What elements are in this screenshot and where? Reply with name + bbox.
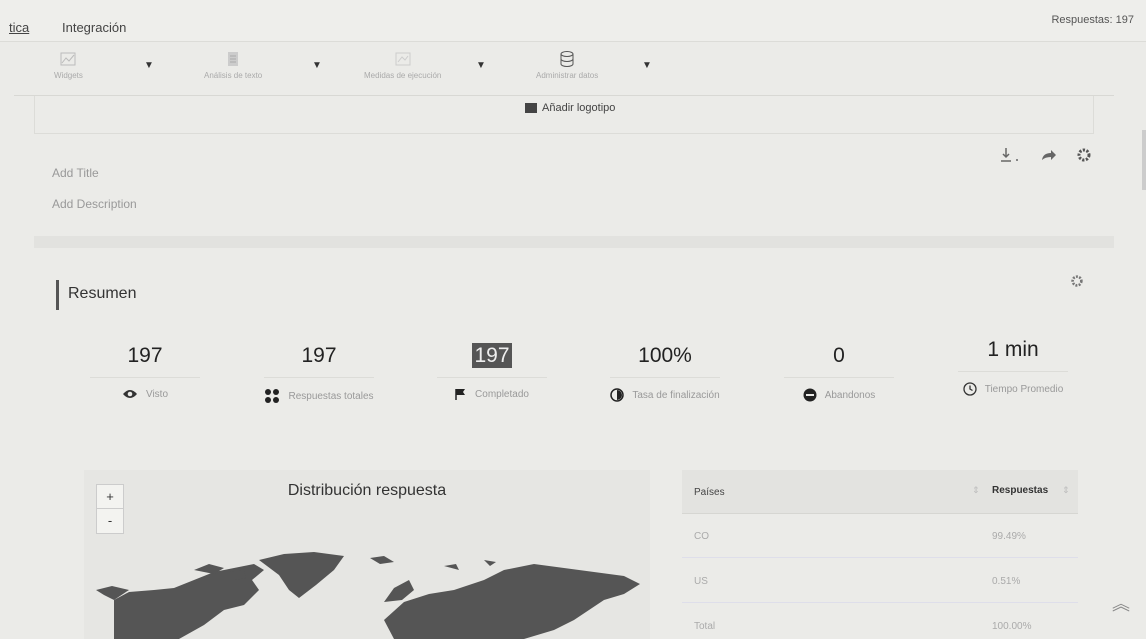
- responses-count: Respuestas: 197: [1051, 14, 1134, 26]
- table-row: Total 100.00%: [682, 604, 1078, 639]
- chart-icon: [60, 52, 76, 66]
- table-row: CO 99.49%: [682, 514, 1078, 558]
- country-table: Países ⇕ Respuestas ⇕ CO 99.49% US 0.51%…: [682, 470, 1078, 639]
- toolbar: Widgets ▼ Análisis de texto ▼ Medidas de…: [14, 44, 1114, 96]
- stat-completed: 197 Completado: [437, 338, 547, 400]
- stat-value: 197: [264, 338, 374, 378]
- stat-label: Completado: [475, 388, 529, 400]
- response-map-panel: + - Distribución respuesta: [84, 470, 650, 639]
- report-header: Add Title Add Description: [34, 135, 1114, 235]
- section-divider: [34, 236, 1114, 248]
- stat-total-responses: 197 Respuestas totales: [264, 338, 374, 404]
- add-logo-label: Añadir logotipo: [542, 102, 616, 114]
- stat-value: 197: [437, 338, 547, 378]
- header-actions: [1000, 147, 1092, 163]
- minus-circle-icon: [803, 388, 817, 402]
- share-icon[interactable]: [1040, 148, 1058, 162]
- column-header-responses[interactable]: Respuestas: [992, 485, 1048, 496]
- half-circle-icon: [610, 388, 625, 402]
- responses-cell: 99.49%: [992, 531, 1026, 542]
- execution-metrics-label: Medidas de ejecución: [364, 71, 442, 80]
- country-cell: US: [694, 576, 708, 587]
- widgets-tool[interactable]: Widgets ▼: [54, 50, 154, 80]
- add-description-field[interactable]: Add Description: [52, 197, 137, 211]
- summary-title: Resumen: [68, 285, 137, 302]
- country-cell: CO: [694, 531, 709, 542]
- responses-cell: 0.51%: [992, 576, 1021, 587]
- database-icon: [560, 51, 574, 67]
- text-analysis-icon: [228, 52, 239, 66]
- execution-metrics-icon: [395, 52, 411, 66]
- stat-label: Abandonos: [824, 389, 876, 401]
- grid-icon: [265, 389, 280, 403]
- map-title: Distribución respuesta: [287, 482, 447, 499]
- world-map[interactable]: [84, 550, 650, 639]
- table-row: US 0.51%: [682, 559, 1078, 603]
- stat-viewed: 197 Visto: [90, 338, 200, 400]
- stat-value: 0: [784, 338, 894, 378]
- page-scrollbar[interactable]: [1142, 130, 1146, 190]
- chevron-down-icon[interactable]: ▼: [642, 60, 652, 71]
- stat-completion-rate: 100% Tasa de finalización: [610, 338, 720, 402]
- top-bar: tica Integración Respuestas: 197: [0, 0, 1146, 42]
- stat-value: 100%: [610, 338, 720, 378]
- zoom-out-button[interactable]: -: [97, 509, 123, 533]
- text-analysis-label: Análisis de texto: [204, 71, 263, 80]
- sort-icon[interactable]: ⇕: [1062, 485, 1070, 496]
- image-icon: [525, 103, 537, 113]
- scroll-to-top-icon[interactable]: ︽: [1112, 590, 1130, 616]
- widgets-label: Widgets: [54, 71, 83, 80]
- manage-data-label: Administrar datos: [536, 71, 599, 80]
- stat-label: Respuestas totales: [288, 390, 374, 402]
- add-logo-button[interactable]: Añadir logotipo: [525, 102, 615, 114]
- country-cell: Total: [694, 621, 716, 632]
- stat-value: 197: [90, 338, 200, 378]
- logo-row: Añadir logotipo: [34, 96, 1094, 134]
- table-header: Países ⇕ Respuestas ⇕: [682, 470, 1078, 514]
- stat-value: 1 min: [958, 332, 1068, 372]
- svalbard-shape: [370, 556, 496, 570]
- stat-label: Tiempo Promedio: [984, 383, 1064, 395]
- stat-abandoned: 0 Abandonos: [784, 338, 894, 402]
- flag-icon: [455, 389, 466, 400]
- text-analysis-tool[interactable]: Análisis de texto ▼: [204, 50, 322, 80]
- summary-section: Resumen 197 Visto 197 Respuestas totales…: [34, 250, 1114, 450]
- column-header-country[interactable]: Países: [694, 487, 725, 498]
- clock-icon: [963, 382, 977, 396]
- chevron-down-icon[interactable]: ▼: [312, 60, 322, 71]
- manage-data-tool[interactable]: Administrar datos ▼: [536, 50, 652, 80]
- stat-value-highlight: 197: [472, 343, 512, 368]
- execution-metrics-tool[interactable]: Medidas de ejecución ▼: [364, 50, 486, 80]
- add-title-field[interactable]: Add Title: [52, 166, 99, 180]
- chevron-down-icon[interactable]: ▼: [144, 60, 154, 71]
- greenland-shape: [259, 552, 344, 598]
- stat-average-time: 1 min Tiempo Promedio: [958, 332, 1068, 396]
- download-icon[interactable]: [1000, 147, 1022, 163]
- gear-icon[interactable]: [1076, 147, 1092, 163]
- chevron-down-icon[interactable]: ▼: [476, 60, 486, 71]
- responses-cell: 100.00%: [992, 621, 1032, 632]
- tab-integration[interactable]: Integración: [62, 20, 126, 35]
- tab-analytics[interactable]: tica: [9, 20, 29, 35]
- section-accent-bar: [56, 280, 59, 310]
- stat-label: Tasa de finalización: [632, 389, 720, 401]
- gear-icon[interactable]: [1070, 274, 1084, 288]
- stat-label: Visto: [145, 388, 169, 400]
- scandinavia-shape: [384, 580, 414, 602]
- sort-icon[interactable]: ⇕: [972, 485, 980, 496]
- eurasia-shape: [384, 564, 640, 639]
- eye-icon: [122, 390, 137, 398]
